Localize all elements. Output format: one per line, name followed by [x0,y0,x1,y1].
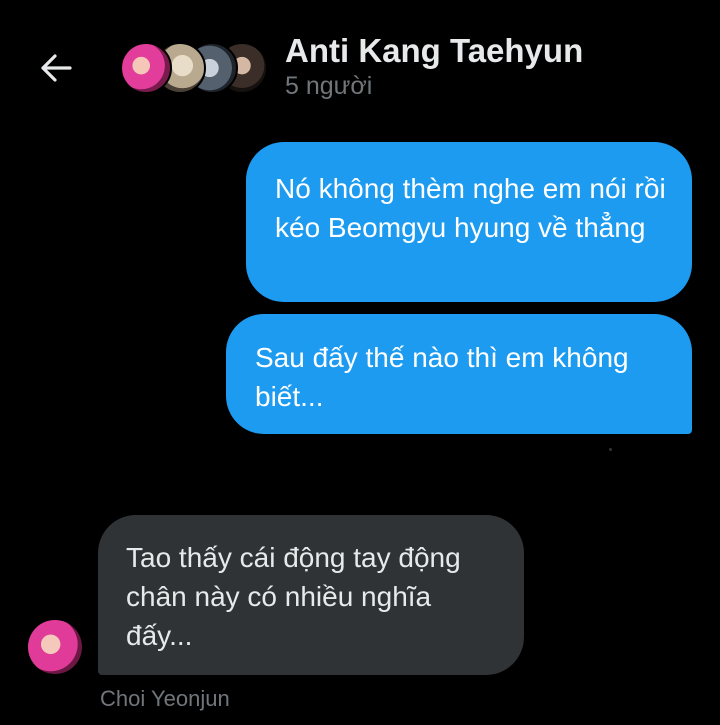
divider-dot [609,448,612,451]
message-text: Sau đấy thế nào thì em không biết... [255,342,629,412]
group-avatars[interactable] [120,42,268,94]
conversation-title[interactable]: Anti Kang Taehyun [285,32,583,70]
back-button[interactable] [34,46,78,90]
message-text: Nó không thèm nghe em nói rồi kéo Beomgy… [275,173,666,243]
arrow-left-icon [41,54,72,82]
conversation-header: Anti Kang Taehyun 5 người [0,0,720,120]
message-bubble-incoming[interactable]: Tao thấy cái động tay động chân này có n… [98,515,524,675]
message-bubble-outgoing[interactable]: Sau đấy thế nào thì em không biết... [226,314,692,434]
message-text: Tao thấy cái động tay động chân này có n… [126,542,461,651]
sender-name: Choi Yeonjun [100,686,230,711]
sender-avatar[interactable] [28,620,82,674]
member-count: 5 người [285,72,373,100]
group-avatar-1 [120,42,172,94]
message-bubble-outgoing[interactable]: Nó không thèm nghe em nói rồi kéo Beomgy… [246,142,692,302]
